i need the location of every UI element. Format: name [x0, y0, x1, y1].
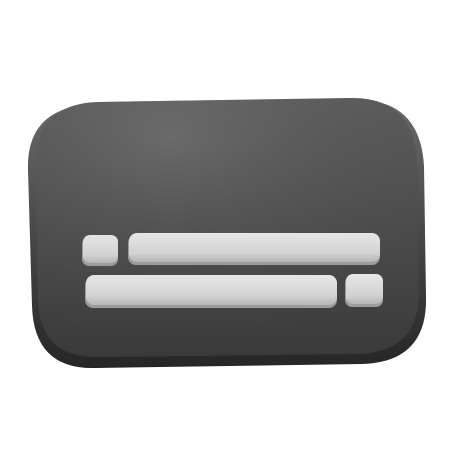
short-bar-face	[83, 235, 118, 263]
long-bar-face	[86, 275, 337, 305]
icon-stage	[0, 0, 450, 450]
long-bar-face	[129, 233, 380, 262]
subtitles-card-icon	[27, 97, 427, 369]
card-face-highlight	[34, 97, 420, 358]
short-bar-face	[346, 274, 383, 304]
